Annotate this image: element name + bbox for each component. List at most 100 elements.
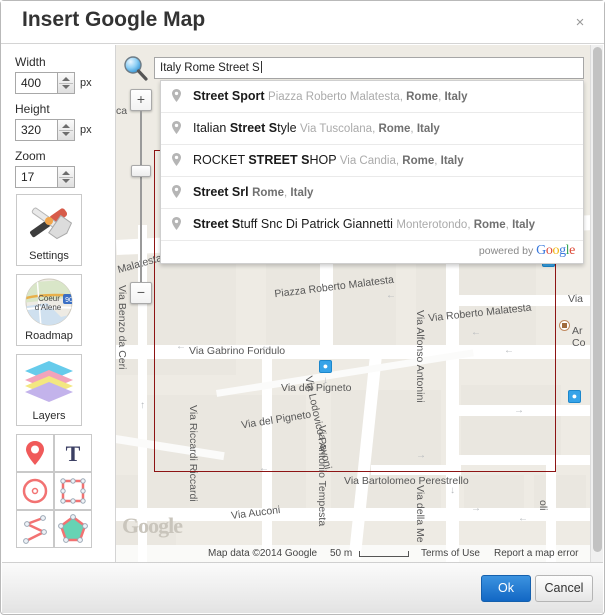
insert-google-map-dialog: Insert Google Map × Width 400 px Height … bbox=[0, 0, 605, 615]
scrollbar-thumb[interactable] bbox=[593, 47, 602, 552]
rectangle-tool-button[interactable] bbox=[54, 472, 92, 510]
scale-bar bbox=[359, 551, 409, 557]
height-input[interactable]: 320 bbox=[15, 119, 57, 141]
suggestion-bold: STREET S bbox=[248, 153, 309, 167]
text-tool-button[interactable]: T bbox=[54, 434, 92, 472]
cancel-button[interactable]: Cancel bbox=[535, 575, 593, 602]
height-label: Height bbox=[15, 102, 50, 116]
width-stepper[interactable]: 400 bbox=[15, 72, 75, 94]
street-label: Ar bbox=[572, 325, 583, 337]
poi-marker-icon[interactable] bbox=[559, 320, 570, 331]
suggestion-item[interactable]: Street Srl Rome, Italy bbox=[161, 177, 583, 209]
chevron-down-icon[interactable] bbox=[62, 85, 70, 89]
roadmap-label: Roadmap bbox=[17, 330, 81, 342]
suggestion-country: Italy bbox=[512, 219, 535, 231]
zoom-spin-buttons[interactable] bbox=[57, 166, 75, 188]
divider bbox=[59, 130, 73, 131]
layers-button[interactable]: Layers bbox=[16, 354, 82, 426]
marker-tool-button[interactable] bbox=[16, 434, 54, 472]
polygon-shape-icon bbox=[55, 511, 91, 547]
suggestion-secondary: Via Tuscolana, bbox=[300, 123, 378, 135]
google-logo-letter: g bbox=[559, 243, 566, 258]
polyline-tool-button[interactable] bbox=[16, 510, 54, 548]
suggestion-rest: port bbox=[240, 89, 264, 103]
suggestion-country: Italy bbox=[417, 123, 440, 135]
polygon-tool-button[interactable] bbox=[54, 510, 92, 548]
suggestion-bold: Street S bbox=[193, 217, 240, 231]
settings-label: Settings bbox=[17, 250, 81, 262]
suggestion-country: Italy bbox=[444, 91, 467, 103]
height-stepper[interactable]: 320 bbox=[15, 119, 75, 141]
polyline-shape-icon bbox=[17, 511, 53, 547]
height-unit: px bbox=[80, 124, 92, 136]
roadmap-button[interactable]: Coeur d'Alene 90 Roadmap bbox=[16, 274, 82, 346]
rectangle-shape-icon bbox=[55, 473, 91, 509]
google-logo-letter: G bbox=[536, 243, 546, 258]
chevron-up-icon[interactable] bbox=[62, 77, 70, 81]
google-watermark: Google bbox=[122, 513, 182, 539]
text-T-icon: T bbox=[55, 435, 91, 471]
suggestion-item[interactable]: ROCKET STREET SHOP Via Candia, Rome, Ita… bbox=[161, 145, 583, 177]
zoom-out-button[interactable]: − bbox=[130, 282, 152, 304]
suggestion-rest: rl bbox=[240, 185, 248, 199]
vertical-scrollbar[interactable] bbox=[590, 45, 603, 563]
map-attribution-bar: Map data ©2014 Google 50 m Terms of Use … bbox=[116, 545, 591, 563]
sidebar: Width 400 px Height 320 px Zoom 17 bbox=[2, 45, 114, 563]
svg-text:T: T bbox=[66, 441, 81, 466]
suggestion-country: Italy bbox=[441, 155, 464, 167]
map-pin-icon bbox=[17, 435, 53, 471]
suggestion-secondary: Piazza Roberto Malatesta, bbox=[268, 91, 406, 103]
map-panel[interactable]: Via Roberto Malatesta Piazza Roberto Mal… bbox=[115, 45, 591, 563]
suggestion-bold: Street S bbox=[193, 89, 240, 103]
chevron-up-icon[interactable] bbox=[62, 171, 70, 175]
bus-stop-icon[interactable]: ● bbox=[568, 390, 581, 403]
street-label: ca bbox=[116, 105, 127, 117]
search-input[interactable]: Italy Rome Street S bbox=[154, 57, 584, 79]
ok-button[interactable]: Ok bbox=[481, 575, 531, 602]
zoom-slider-track[interactable] bbox=[140, 111, 142, 296]
suggestion-item[interactable]: Italian Street Style Via Tuscolana, Rome… bbox=[161, 113, 583, 145]
suggestion-city: Rome bbox=[252, 187, 284, 199]
chevron-up-icon[interactable] bbox=[62, 124, 70, 128]
divider bbox=[59, 83, 73, 84]
street-label: Co bbox=[572, 337, 585, 349]
suggestion-item[interactable]: Street Sport Piazza Roberto Malatesta, R… bbox=[161, 81, 583, 113]
width-spin-buttons[interactable] bbox=[57, 72, 75, 94]
zoom-stepper[interactable]: 17 bbox=[15, 166, 75, 188]
circle-shape-icon bbox=[17, 473, 53, 509]
search-icon[interactable] bbox=[122, 55, 150, 83]
zoom-label: Zoom bbox=[15, 149, 46, 163]
report-map-error-link[interactable]: Report a map error bbox=[494, 545, 578, 563]
street-label: Via Riccardi Riccardi bbox=[187, 405, 199, 502]
powered-by-label: powered by bbox=[479, 245, 533, 257]
terms-of-use-link[interactable]: Terms of Use bbox=[421, 545, 480, 563]
suggestion-lead: Italian bbox=[193, 121, 230, 135]
height-spin-buttons[interactable] bbox=[57, 119, 75, 141]
settings-button[interactable]: Settings bbox=[16, 194, 82, 266]
dialog-footer: Ok Cancel bbox=[2, 562, 603, 613]
divider bbox=[59, 177, 73, 178]
chevron-down-icon[interactable] bbox=[62, 179, 70, 183]
close-icon[interactable]: × bbox=[568, 11, 592, 35]
zoom-in-button[interactable]: + bbox=[130, 89, 152, 111]
map-zoom-control[interactable]: + − bbox=[130, 89, 156, 304]
chevron-down-icon[interactable] bbox=[62, 132, 70, 136]
suggestion-secondary: Monterotondo, bbox=[396, 219, 473, 231]
search-suggestions-dropdown[interactable]: Street Sport Piazza Roberto Malatesta, R… bbox=[160, 80, 584, 264]
powered-by-google: powered by Google bbox=[161, 241, 583, 263]
street-label: Via della Me bbox=[414, 485, 426, 543]
suggestion-item[interactable]: Street Stuff Snc Di Patrick Giannetti Mo… bbox=[161, 209, 583, 241]
google-logo: Google bbox=[536, 243, 575, 258]
bus-stop-icon[interactable]: ● bbox=[319, 360, 332, 373]
roadmap-thumb-text-1: Coeur bbox=[38, 294, 60, 303]
dialog-titlebar: Insert Google Map × bbox=[1, 1, 604, 44]
suggestion-city: Rome bbox=[402, 155, 434, 167]
suggestion-city: Rome bbox=[406, 91, 438, 103]
suggestion-bold: Street S bbox=[230, 121, 277, 135]
width-input[interactable]: 400 bbox=[15, 72, 57, 94]
page-title: Insert Google Map bbox=[22, 8, 205, 32]
zoom-input[interactable]: 17 bbox=[15, 166, 57, 188]
circle-tool-button[interactable] bbox=[16, 472, 54, 510]
zoom-slider-handle[interactable] bbox=[131, 165, 151, 177]
suggestion-city: Rome bbox=[378, 123, 410, 135]
